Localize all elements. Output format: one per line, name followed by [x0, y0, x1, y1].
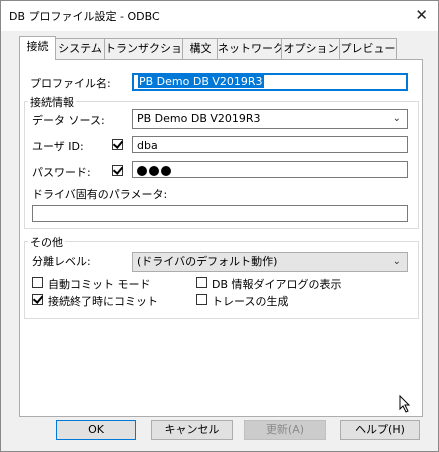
check-icon	[32, 293, 44, 304]
driver-params-input[interactable]	[32, 205, 408, 222]
check-icon	[112, 164, 124, 175]
userid-checkbox[interactable]	[112, 138, 124, 150]
tab-label: トランザクション	[105, 42, 193, 55]
datasource-value: PB Demo DB V2019R3	[137, 112, 261, 125]
isolation-level-select[interactable]: (ドライバのデフォルト動作) ⌄	[132, 252, 408, 272]
tab-connection[interactable]: 接続	[19, 36, 56, 60]
commit-on-disconnect-checkbox[interactable]	[32, 293, 44, 305]
auto-commit-checkbox[interactable]	[32, 277, 43, 288]
db-info-dialog-label[interactable]: DB 情報ダイアログの表示	[212, 276, 342, 292]
check-icon	[112, 138, 124, 149]
tab-label: オプション	[283, 42, 339, 55]
mouse-cursor-icon	[399, 395, 411, 413]
title-bar: DB プロファイル設定 - ODBC ✕	[1, 1, 438, 31]
tab-label: ネットワーク	[218, 42, 284, 55]
profile-name-input[interactable]: PB Demo DB V2019R3	[132, 73, 408, 91]
tab-transaction[interactable]: トランザクション	[104, 38, 193, 59]
profile-name-label: プロファイル名:	[30, 77, 111, 90]
tab-label: プレビュー	[340, 42, 396, 55]
ok-button[interactable]: OK	[56, 420, 136, 440]
userid-label: ユーザ ID:	[32, 140, 84, 153]
driver-params-label: ドライバ固有のパラメータ:	[32, 188, 168, 201]
isolation-level-label: 分離レベル:	[32, 255, 91, 268]
tab-label: システム	[58, 42, 102, 55]
password-mask-dot	[137, 166, 147, 176]
tab-options[interactable]: オプション	[281, 38, 341, 59]
help-button[interactable]: ヘルプ(H)	[340, 420, 420, 440]
connection-group-title: 接続情報	[28, 94, 76, 110]
password-mask-dot	[149, 166, 159, 176]
isolation-level-value: (ドライバのデフォルト動作)	[137, 255, 278, 268]
datasource-select[interactable]: PB Demo DB V2019R3 ⌄	[132, 109, 408, 129]
tab-label: 接続	[26, 40, 49, 53]
chevron-down-icon: ⌄	[392, 113, 401, 124]
window-title: DB プロファイル設定 - ODBC	[9, 10, 160, 23]
commit-on-disconnect-label[interactable]: 接続終了時にコミット	[48, 293, 158, 309]
userid-input[interactable]: dba	[132, 136, 408, 153]
tab-system[interactable]: システム	[54, 38, 106, 59]
tab-network[interactable]: ネットワーク	[217, 38, 284, 59]
tab-syntax[interactable]: 構文	[182, 38, 219, 59]
auto-commit-label[interactable]: 自動コミット モード	[48, 276, 151, 292]
trace-label[interactable]: トレースの生成	[212, 293, 288, 309]
db-info-dialog-checkbox[interactable]	[196, 277, 207, 288]
dialog-window: DB プロファイル設定 - ODBC ✕ 接続 システム トランザクション 構文…	[0, 0, 439, 452]
tab-label: 構文	[189, 42, 212, 55]
datasource-label: データ ソース:	[32, 114, 105, 127]
trace-checkbox[interactable]	[196, 294, 207, 305]
tab-panel-connection: プロファイル名: PB Demo DB V2019R3 接続情報 データ ソース…	[19, 59, 423, 417]
cancel-button[interactable]: キャンセル	[151, 420, 233, 440]
other-group-title: その他	[28, 234, 65, 250]
password-label: パスワード:	[32, 166, 91, 179]
password-input[interactable]	[132, 161, 408, 178]
tab-preview[interactable]: プレビュー	[339, 38, 397, 59]
password-checkbox[interactable]	[112, 164, 124, 176]
apply-button[interactable]: 更新(A)	[244, 420, 326, 440]
chevron-down-icon: ⌄	[392, 256, 401, 267]
password-mask-dot	[161, 166, 171, 176]
close-icon[interactable]: ✕	[415, 6, 428, 24]
profile-name-value: PB Demo DB V2019R3	[138, 75, 264, 88]
